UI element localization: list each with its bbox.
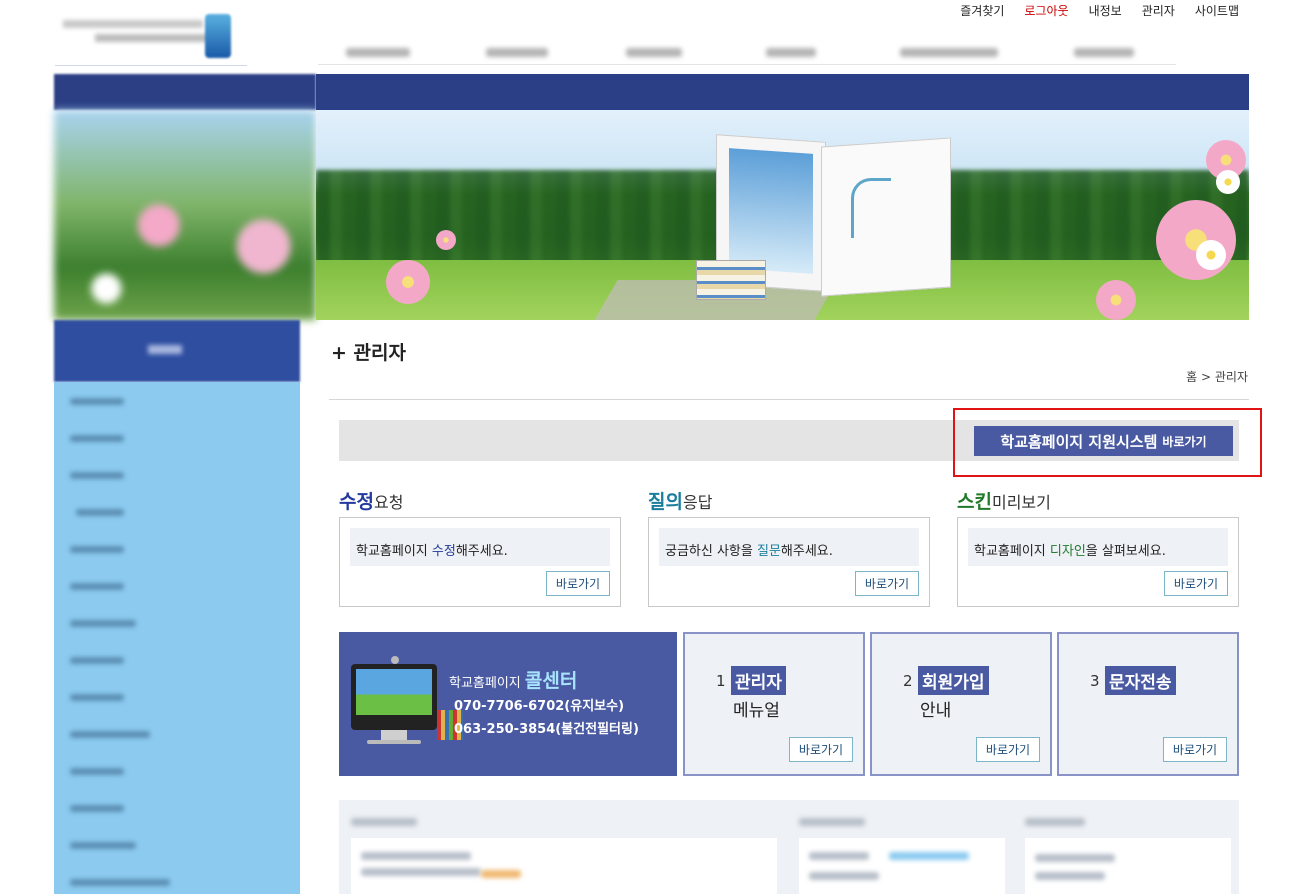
call-center-title: 학교홈페이지 콜센터 [449, 670, 578, 692]
admin-manual-go-button[interactable]: 바로가기 [789, 737, 853, 762]
sidebar-image [54, 110, 316, 320]
sidebar-item[interactable] [70, 768, 124, 775]
sidebar [54, 74, 316, 894]
school-logo[interactable] [55, 12, 247, 66]
sidebar-item[interactable] [70, 398, 124, 405]
utility-nav: 즐겨찾기 로그아웃 내정보 관리자 사이트맵 [960, 2, 1239, 19]
sidebar-item[interactable] [70, 546, 124, 553]
nav-item-6[interactable] [1074, 48, 1134, 57]
sidebar-item[interactable] [76, 509, 124, 516]
admin-manual-label: 관리자 [731, 666, 786, 695]
sms-send-box: 3 문자전송 바로가기 [1057, 632, 1239, 776]
section-title-skin-preview: 스킨미리보기 [957, 491, 1051, 513]
section-title-qna: 질의응답 [648, 491, 713, 513]
filtering-phone: 063-250-3854(불건전필터링) [454, 722, 639, 737]
bottom-info-panel [339, 800, 1239, 894]
sms-send-label: 문자전송 [1105, 666, 1176, 695]
nav-item-5[interactable] [900, 48, 998, 57]
sidebar-item[interactable] [70, 435, 124, 442]
section-title-edit-request: 수정요청 [339, 491, 404, 513]
signup-guide-label: 회원가입 [918, 666, 989, 695]
qna-go-button[interactable]: 바로가기 [855, 571, 919, 596]
nav-item-2[interactable] [486, 48, 548, 57]
sms-send-go-button[interactable]: 바로가기 [1163, 737, 1227, 762]
my-info-link[interactable]: 내정보 [1089, 2, 1122, 19]
sidebar-topbar [54, 74, 316, 110]
skin-preview-card: 학교홈페이지 디자인을 살펴보세요. 바로가기 [957, 517, 1239, 607]
admin-manual-sublabel: 메뉴얼 [733, 701, 780, 721]
sidebar-item[interactable] [70, 842, 136, 849]
edit-request-go-button[interactable]: 바로가기 [546, 571, 610, 596]
sidebar-title [54, 320, 300, 382]
sidebar-item[interactable] [70, 879, 170, 886]
sidebar-item[interactable] [70, 472, 124, 479]
signup-guide-sublabel: 안내 [920, 701, 952, 721]
sidebar-menu [54, 382, 300, 894]
nav-item-3[interactable] [626, 48, 682, 57]
maintenance-phone: 070-7706-6702(유지보수) [454, 699, 625, 714]
signup-guide-go-button[interactable]: 바로가기 [976, 737, 1040, 762]
highlight-box [953, 408, 1262, 477]
sidebar-item[interactable] [70, 694, 124, 701]
sidebar-item[interactable] [70, 657, 124, 664]
bookmark-link[interactable]: 즐겨찾기 [960, 2, 1004, 19]
logout-link[interactable]: 로그아웃 [1024, 2, 1068, 19]
sitemap-link[interactable]: 사이트맵 [1195, 2, 1239, 19]
monitor-icon [351, 664, 437, 744]
edit-request-card: 학교홈페이지 수정해주세요. 바로가기 [339, 517, 621, 607]
hero-top-bar [316, 74, 1249, 110]
hero-banner [316, 110, 1249, 320]
webcam-icon [391, 656, 399, 664]
breadcrumb: 홈 > 관리자 [1186, 370, 1248, 384]
page-title: + 관리자 [331, 342, 406, 364]
qna-card: 궁금하신 사항을 질문해주세요. 바로가기 [648, 517, 930, 607]
sidebar-item[interactable] [70, 583, 124, 590]
sidebar-item[interactable] [70, 731, 150, 738]
book-stack-illustration [696, 260, 766, 300]
admin-link[interactable]: 관리자 [1142, 2, 1175, 19]
nav-item-1[interactable] [346, 48, 410, 57]
signup-guide-box: 2 회원가입 안내 바로가기 [870, 632, 1052, 776]
sidebar-item[interactable] [70, 805, 124, 812]
admin-manual-box: 1 관리자 메뉴얼 바로가기 [683, 632, 865, 776]
skin-preview-go-button[interactable]: 바로가기 [1164, 571, 1228, 596]
page: 즐겨찾기 로그아웃 내정보 관리자 사이트맵 + 관리자 홈 > 관리자 학교홈… [0, 0, 1305, 894]
nav-item-4[interactable] [766, 48, 816, 57]
sidebar-item[interactable] [70, 620, 136, 627]
divider [329, 399, 1249, 400]
call-center-panel: 학교홈페이지 콜센터 070-7706-6702(유지보수) 063-250-3… [339, 632, 677, 776]
main-nav [318, 40, 1176, 65]
